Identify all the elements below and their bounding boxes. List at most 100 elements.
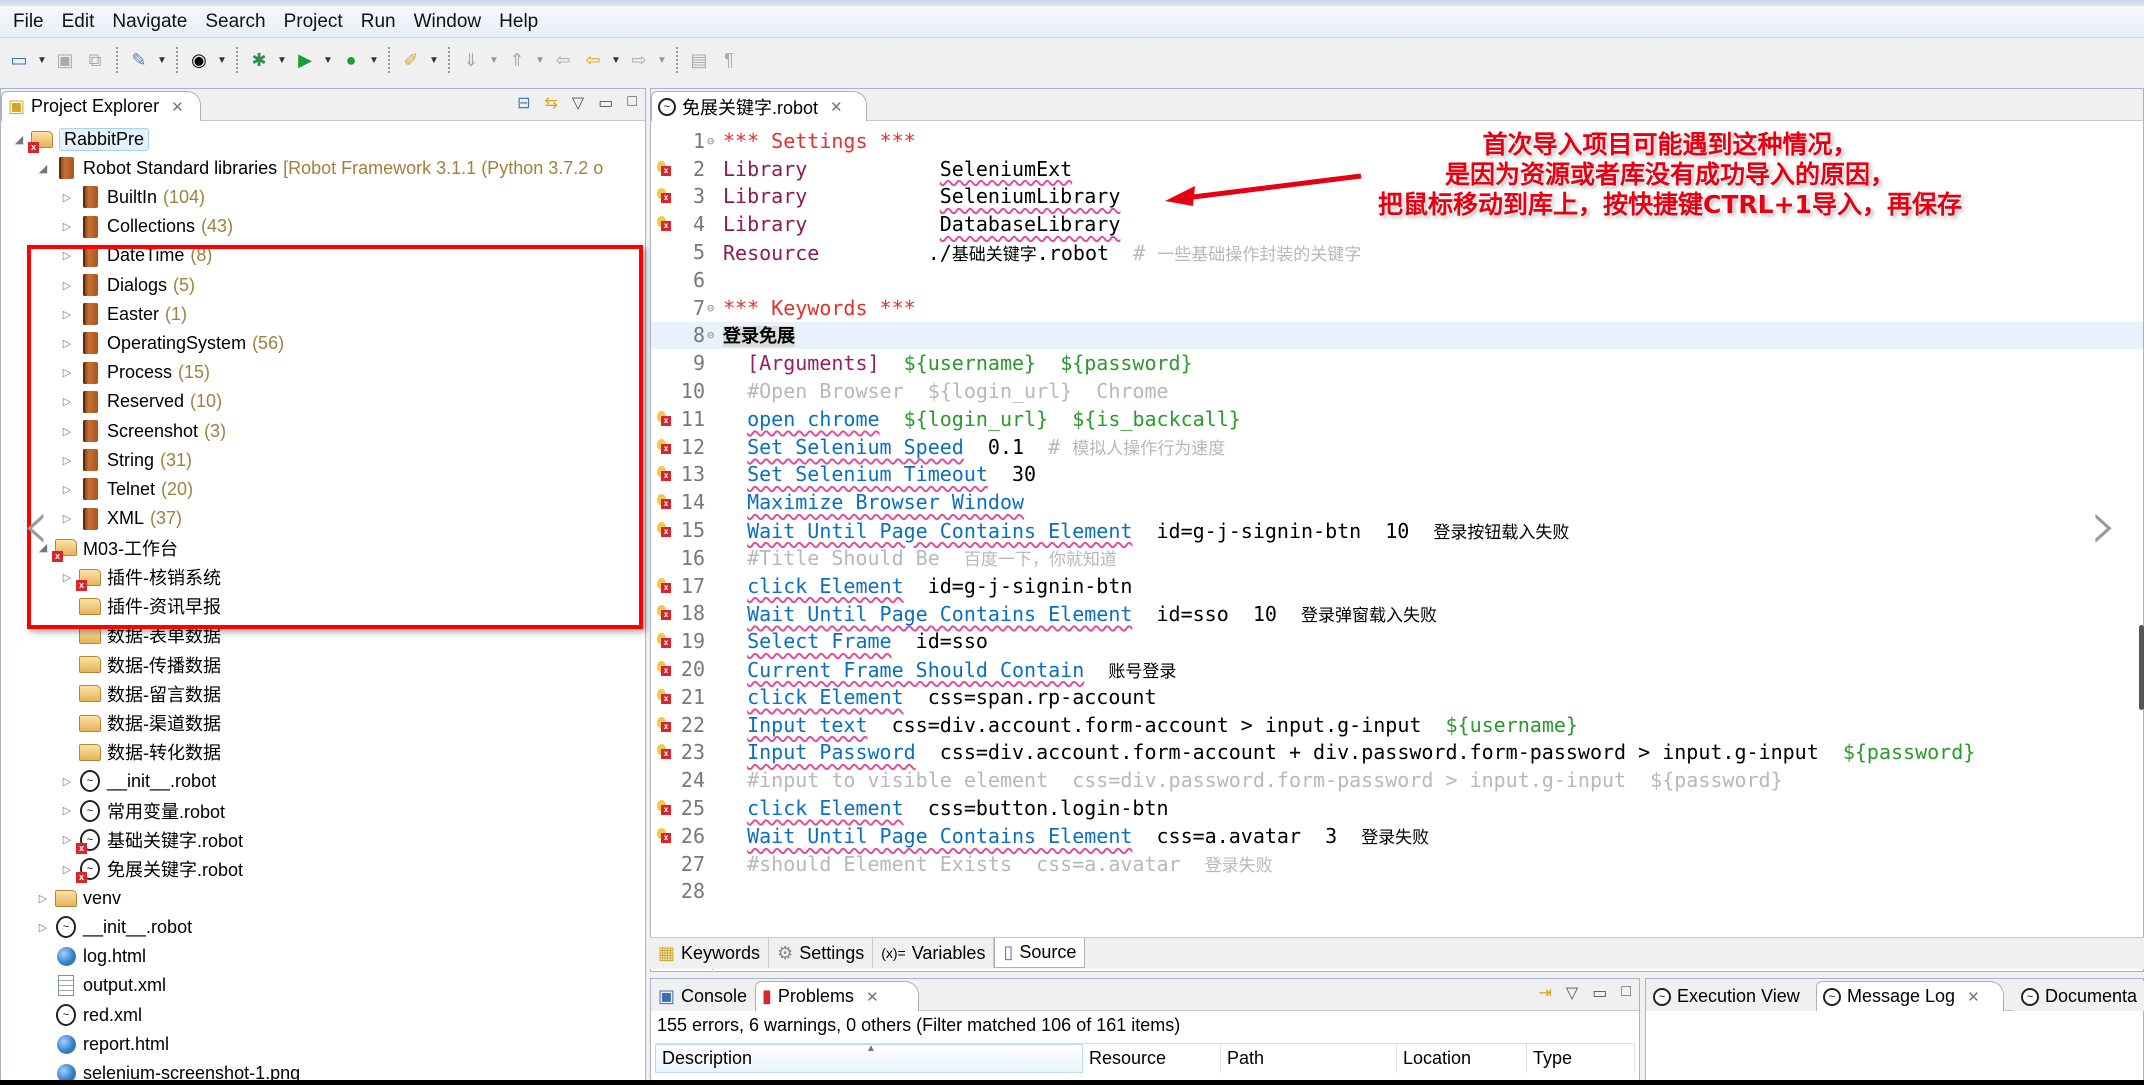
tree-item[interactable]: report.html <box>35 1030 169 1058</box>
next-annotation-icon[interactable]: ⇓ <box>458 47 484 73</box>
menu-edit[interactable]: Edit <box>53 11 104 33</box>
tree-item-library[interactable]: ▷ BuiltIn (104) <box>59 183 205 211</box>
tree-item-library[interactable]: ▷ XML (37) <box>59 505 182 533</box>
collapsed-twisty-icon[interactable]: ▷ <box>59 308 75 321</box>
quick-fix-error-icon[interactable]: x <box>657 410 671 427</box>
tree-item-library[interactable]: ▷ Reserved (10) <box>59 388 222 416</box>
fold-toggle-icon[interactable]: ⊖ <box>707 328 721 342</box>
tree-item-library[interactable]: ▷ Screenshot (3) <box>59 417 226 445</box>
maximize-icon[interactable]: □ <box>627 93 637 113</box>
link-with-editor-icon[interactable]: ⇆ <box>544 93 557 113</box>
tree-item[interactable]: ~ red.xml <box>35 1001 142 1029</box>
tree-item[interactable]: 数据-转化数据 <box>59 738 221 766</box>
tree-item-library[interactable]: ▷ Collections (43) <box>59 213 233 241</box>
previous-image-arrow-icon[interactable]: ‹ <box>22 484 50 566</box>
quick-fix-error-icon[interactable]: x <box>657 438 671 455</box>
back-dropdown-icon[interactable]: ▼ <box>610 55 622 66</box>
collapsed-twisty-icon[interactable]: ▷ <box>59 337 75 350</box>
quick-fix-error-icon[interactable]: x <box>657 633 671 649</box>
tree-item[interactable]: 数据-传播数据 <box>59 651 221 679</box>
quick-fix-error-icon[interactable]: x <box>657 827 671 844</box>
tree-item[interactable]: output.xml <box>35 972 166 1000</box>
menu-project[interactable]: Project <box>275 11 352 33</box>
code-line[interactable]: 16 #Title Should Be 百度一下，你就知道 <box>651 544 2143 572</box>
tab-source[interactable]: ▯ Source <box>994 938 1086 968</box>
code-line[interactable]: x 25 click Element css=button.login-btn <box>651 794 2143 822</box>
marker-icon[interactable]: ✐ <box>398 47 424 73</box>
tree-item[interactable]: log.html <box>35 943 146 971</box>
forward-dropdown-icon[interactable]: ▼ <box>656 55 668 66</box>
next-image-arrow-icon[interactable]: › <box>2090 484 2118 566</box>
code-line[interactable]: x 26 Wait Until Page Contains Element css… <box>651 822 2143 850</box>
vertical-scrollbar-thumb[interactable] <box>2139 625 2144 710</box>
tree-item[interactable]: ▷ ~ 常用变量.robot <box>59 797 225 825</box>
code-line[interactable]: 9 [Arguments] ${username} ${password} <box>651 349 2143 377</box>
debug-dropdown-icon[interactable]: ▼ <box>276 55 288 66</box>
code-line[interactable]: 24 #input to visible element css=div.pas… <box>651 766 2143 794</box>
tree-item[interactable]: ▷ venv <box>35 884 121 912</box>
tree-item[interactable]: ▷ x 插件-核销系统 <box>59 563 221 591</box>
code-line[interactable]: x 21 click Element css=span.rp-account <box>651 683 2143 711</box>
prev-annotation-icon[interactable]: ⇑ <box>504 47 530 73</box>
code-line[interactable]: x 22 Input text css=div.account.form-acco… <box>651 711 2143 739</box>
tree-item-library[interactable]: ▷ OperatingSystem (56) <box>59 329 284 357</box>
code-line[interactable]: x 18 Wait Until Page Contains Element id=… <box>651 600 2143 628</box>
debug-icon[interactable]: ✱ <box>246 47 272 73</box>
menu-run[interactable]: Run <box>352 11 405 33</box>
code-line[interactable]: x 19 Select Frame id=sso <box>651 627 2143 655</box>
quick-fix-error-icon[interactable]: x <box>657 494 671 510</box>
tab-settings[interactable]: ⚙ Settings <box>769 938 874 968</box>
tree-item-library[interactable]: ▷ Dialogs (5) <box>59 271 195 299</box>
collapsed-twisty-icon[interactable]: ▷ <box>59 220 75 233</box>
tree-item-project[interactable]: ◢ x RabbitPre <box>11 125 150 153</box>
collapse-all-icon[interactable]: ⊟ <box>517 93 530 113</box>
collapsed-twisty-icon[interactable]: ▷ <box>59 249 75 262</box>
fold-toggle-icon[interactable]: ⊖ <box>707 134 721 148</box>
code-line[interactable]: x 17 click Element id=g-j-signin-btn <box>651 572 2143 600</box>
menu-navigate[interactable]: Navigate <box>103 11 196 33</box>
tab-robot-file[interactable]: ~ 免展关键字.robot ✕ <box>651 91 867 121</box>
perspective-dropdown-icon[interactable]: ▼ <box>216 55 228 66</box>
quick-fix-error-icon[interactable]: x <box>657 522 671 538</box>
code-line[interactable]: x 23 Input Password css=div.account.form-… <box>651 739 2143 767</box>
collapsed-twisty-icon[interactable]: ▷ <box>59 512 75 525</box>
tree-item-library[interactable]: ▷ Process (15) <box>59 359 210 387</box>
tab-execution-view[interactable]: ~ Execution View <box>1646 981 1816 1011</box>
quick-fix-error-icon[interactable]: x <box>657 800 671 816</box>
close-icon[interactable]: ✕ <box>171 98 184 116</box>
forward-icon[interactable]: ⇨ <box>626 47 652 73</box>
tree-item-folder[interactable]: ◢ x M03-工作台 <box>35 534 178 562</box>
tab-documentation[interactable]: ~ Documenta <box>2014 981 2144 1011</box>
next-annotation-dropdown-icon[interactable]: ▼ <box>488 55 500 66</box>
collapsed-twisty-icon[interactable]: ▷ <box>59 483 75 496</box>
last-edit-icon[interactable]: ⇦ <box>550 47 576 73</box>
tab-message-log[interactable]: ~ Message Log ✕ <box>1816 981 2004 1011</box>
tree-item[interactable]: ▷ ~ x 免展关键字.robot <box>59 855 243 883</box>
collapsed-twisty-icon[interactable]: ▷ <box>59 833 75 846</box>
source-editor[interactable]: 1 ⊖ *** Settings *** x 2 Library SeleniumExt x… <box>651 123 2143 959</box>
collapsed-twisty-icon[interactable]: ▷ <box>59 425 75 438</box>
quick-fix-error-icon[interactable]: x <box>657 661 671 677</box>
maximize-icon[interactable]: □ <box>1621 983 1631 1003</box>
menu-file[interactable]: File <box>4 11 53 33</box>
code-line[interactable]: x 13 Set Selenium Timeout 30 <box>651 461 2143 489</box>
code-line[interactable]: x 11 open chrome ${login_url} ${is_backca… <box>651 405 2143 433</box>
tree-item-stdlib[interactable]: ◢ Robot Standard libraries [Robot Framewor… <box>35 154 603 182</box>
tree-item[interactable]: 数据-留言数据 <box>59 680 221 708</box>
code-line[interactable]: x 20 Current Frame Should Contain 账号登录 <box>651 655 2143 683</box>
quick-fix-error-icon[interactable]: x <box>657 216 671 232</box>
collapsed-twisty-icon[interactable]: ▷ <box>59 366 75 379</box>
collapsed-twisty-icon[interactable]: ▷ <box>59 454 75 467</box>
tree-item-library[interactable]: ▷ Easter (1) <box>59 300 187 328</box>
code-line[interactable]: x 15 Wait Until Page Contains Element id=… <box>651 516 2143 544</box>
collapsed-twisty-icon[interactable]: ▷ <box>35 892 51 905</box>
quick-fix-error-icon[interactable]: x <box>657 160 671 177</box>
code-line[interactable]: 5 Resource ./基础关键字.robot # 一些基础操作封装的关键字 <box>651 238 2143 266</box>
menu-help[interactable]: Help <box>490 11 547 33</box>
run-icon[interactable]: ▶ <box>292 47 318 73</box>
code-line[interactable]: 28 <box>651 878 2143 906</box>
tree-item-library[interactable]: ▷ String (31) <box>59 446 192 474</box>
run-dropdown-icon[interactable]: ▼ <box>322 55 334 66</box>
code-line[interactable]: 27 #should Element Exists css=a.avatar 登… <box>651 850 2143 878</box>
expanded-twisty-icon[interactable]: ◢ <box>11 133 27 146</box>
